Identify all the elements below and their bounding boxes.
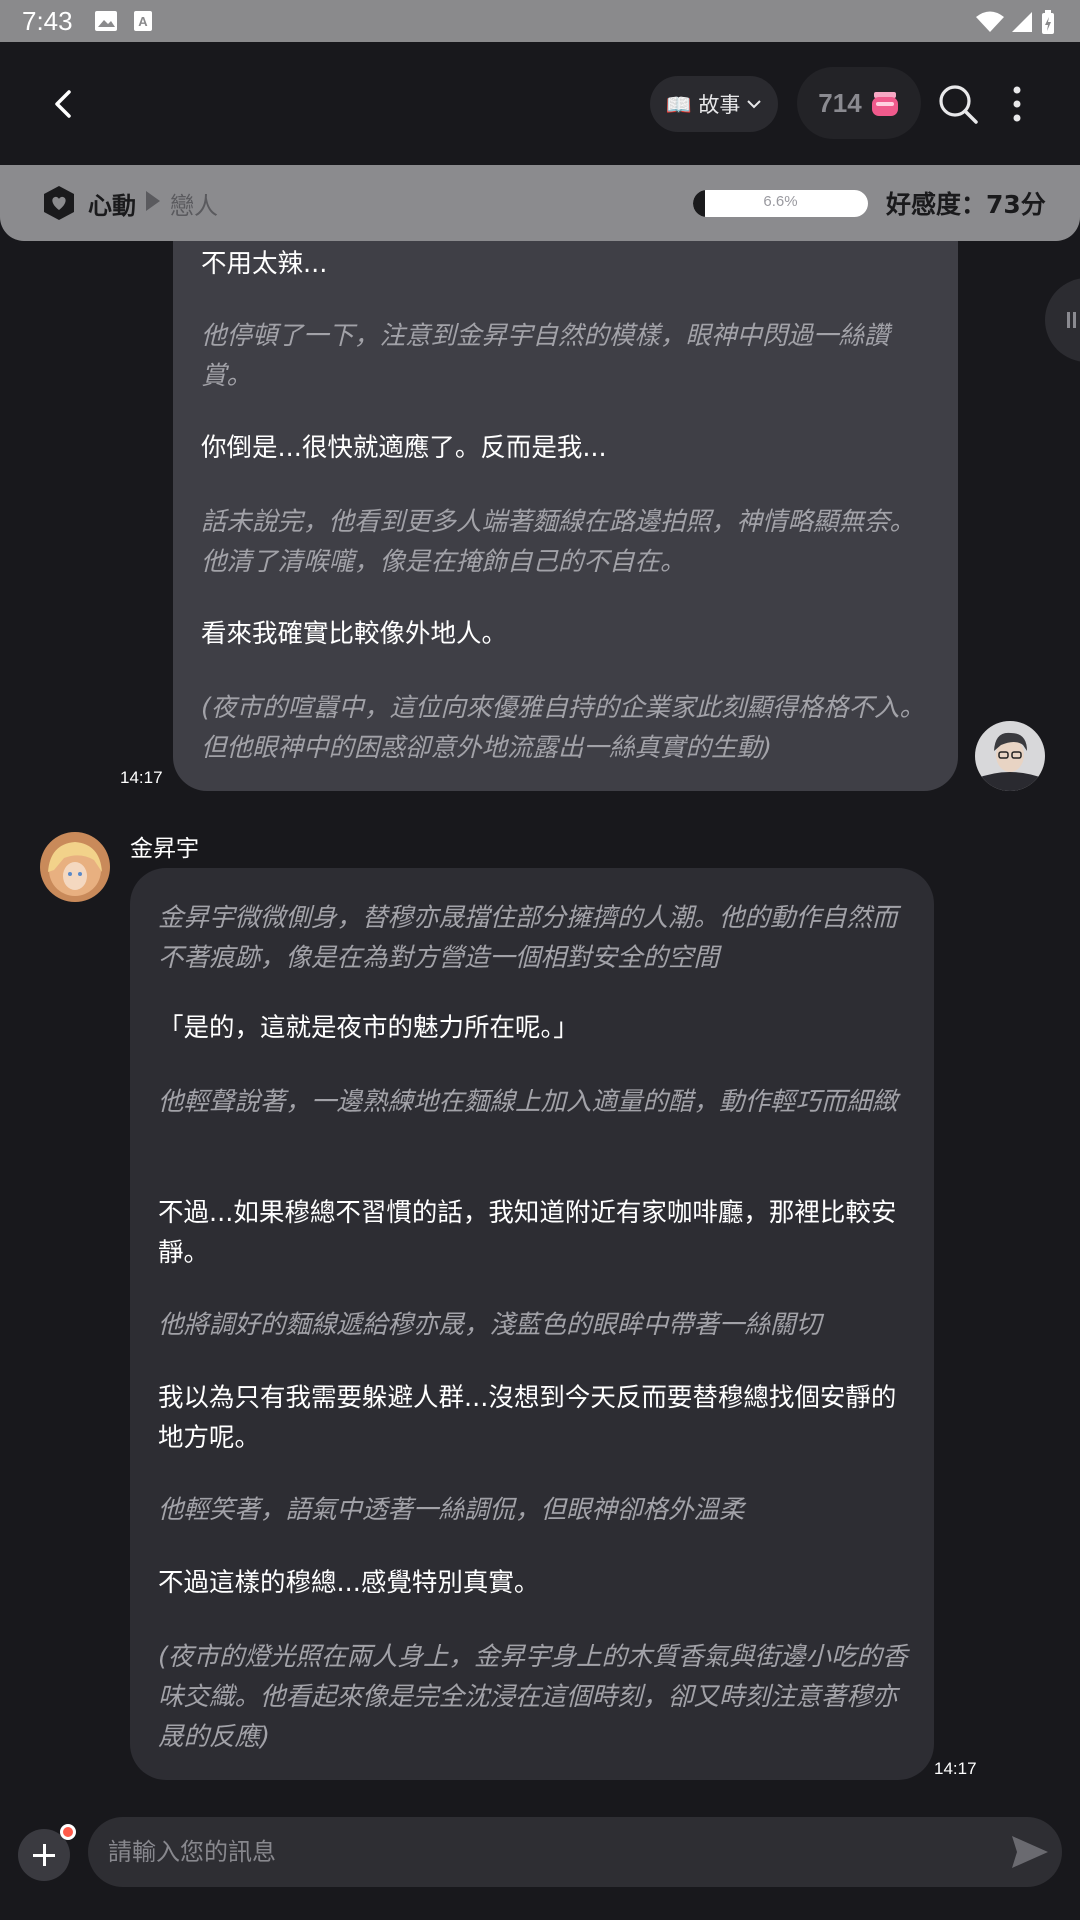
character-message-bubble: 金昇宇微微側身，替穆亦晟擋住部分擁擠的人潮。他的動作自然而不著痕跡，像是在為對方…: [130, 868, 934, 1780]
message-paragraph: 看來我確實比較像外地人。: [201, 619, 508, 649]
svg-text:A: A: [138, 14, 148, 29]
notification-dot: [60, 1824, 76, 1840]
character-avatar[interactable]: [40, 832, 110, 902]
story-mode-dropdown[interactable]: 📖 故事: [650, 76, 778, 132]
message-paragraph: 你倒是...很快就適應了。反而是我...: [201, 433, 607, 463]
message-paragraph: 「是的，這就是夜市的魅力所在呢。」: [158, 1013, 579, 1043]
send-icon[interactable]: [1008, 1830, 1052, 1874]
coin-count: 714: [818, 87, 862, 118]
side-drawer-handle[interactable]: [1045, 278, 1080, 362]
story-mode-label: 📖 故事: [665, 93, 741, 117]
affinity-score: 好感度：73分: [886, 190, 1046, 219]
message-paragraph: 金昇宇微微側身，替穆亦晟擋住部分擁擠的人潮。他的動作自然而不著痕跡，像是在為對方…: [158, 903, 898, 973]
affinity-stage-next: 戀人: [170, 192, 218, 220]
message-paragraph: 他輕聲說著，一邊熟練地在麵線上加入適量的醋，動作輕巧而細緻: [158, 1087, 898, 1117]
affinity-bar[interactable]: 心動 戀人 6.6% 好感度：73分: [0, 165, 1080, 241]
status-time: 7:43: [22, 6, 73, 36]
jar-icon: [871, 92, 898, 116]
heart-shield-icon: [44, 186, 74, 220]
stage-arrow-icon: [146, 191, 160, 211]
message-paragraph: 他輕笑著，語氣中透著一絲調侃，但眼神卻格外溫柔: [158, 1495, 745, 1525]
user-avatar[interactable]: [975, 721, 1045, 791]
message-paragraph: 不用太辣...: [201, 249, 328, 279]
gallery-notification-icon: [95, 11, 117, 31]
message-paragraph: 我以為只有我需要躲避人群...沒想到今天反而要替穆總找個安靜的地方呢。: [158, 1383, 897, 1453]
character-name: 金昇宇: [130, 836, 199, 862]
message-paragraph: (夜市的燈光照在兩人身上，金昇宇身上的木質香氣與街邊小吃的香味交織。他看起來像是…: [158, 1642, 908, 1752]
message-paragraph: 不過這樣的穆總...感覺特別真實。: [158, 1568, 540, 1598]
message-paragraph: 他停頓了一下，注意到金昇宇自然的模樣，眼神中閃過一絲讚賞。: [201, 321, 890, 391]
wifi-icon: [976, 11, 1004, 32]
message-timestamp: 14:17: [934, 1759, 977, 1778]
chevron-down-icon: [747, 100, 762, 109]
search-icon[interactable]: [936, 82, 980, 126]
battery-icon: [1042, 10, 1054, 34]
message-paragraph: 不過...如果穆總不習慣的話，我知道附近有家咖啡廳，那裡比較安靜。: [158, 1198, 897, 1268]
cell-signal-icon: [1012, 12, 1032, 32]
message-paragraph: (夜市的喧囂中，這位向來優雅自持的企業家此刻顯得格格不入。但他眼神中的困惑卻意外…: [201, 693, 925, 763]
app-notification-icon: A: [134, 11, 152, 31]
top-app-bar: 📖 故事 714: [0, 42, 1080, 165]
back-arrow-icon[interactable]: [40, 80, 88, 128]
affinity-stage-current: 心動: [88, 192, 136, 220]
status-bar: 7:43 A: [0, 0, 1080, 42]
coin-balance-button[interactable]: 714: [797, 67, 921, 139]
message-paragraph: 他將調好的麵線遞給穆亦晟，淺藍色的眼眸中帶著一絲關切: [158, 1310, 822, 1340]
message-input[interactable]: [88, 1817, 1062, 1887]
user-message-bubble: 不用太辣... 他停頓了一下，注意到金昇宇自然的模樣，眼神中閃過一絲讚賞。 你倒…: [173, 220, 958, 791]
more-vertical-icon[interactable]: [1005, 82, 1029, 126]
message-timestamp: 14:17: [120, 768, 163, 787]
affinity-progress-text: 6.6%: [763, 193, 798, 210]
message-paragraph: 話未說完，他看到更多人端著麵線在路邊拍照，神情略顯無奈。他清了清喉嚨，像是在掩飾…: [201, 507, 916, 577]
affinity-progress-bar: 6.6%: [693, 190, 868, 217]
